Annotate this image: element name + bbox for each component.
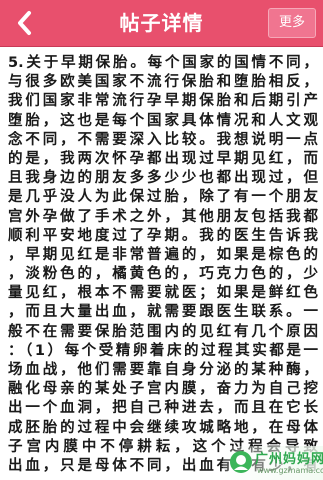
watermark-logo-icon [230, 451, 252, 473]
post-line: 量见红，根本不需要就医；如果是鲜红色 [8, 285, 318, 302]
page-title: 帖子详情 [119, 11, 204, 35]
post-line: 的是，我两次怀孕都出现过早期见红，而 [8, 150, 318, 167]
post-line: 场血战，他们需要靠自身分泌的某种酶， [8, 362, 318, 378]
watermark-url: www.gzmama.com [257, 466, 323, 475]
post-line: 顺利平安地度过了孕期。我的医生告诉我 [8, 227, 318, 244]
post-line: 融化母亲的某处子宫内膜，奋力为自己挖 [8, 381, 318, 398]
post-line: 我们国家非常流行孕早期保胎和后期引产 [8, 93, 318, 110]
post-line: 般不在需要保胎范围内的见红有几个原因 [8, 323, 318, 340]
post-line: 与很多欧美国家不流行保胎和堕胎相反， [8, 74, 318, 91]
post-body: 5.关于早期保胎。每个国家的国情不同， 与很多欧美国家不流行保胎和堕胎相反， 我… [8, 54, 318, 476]
post-line: 宫外孕做了手术之外，其他朋友包括我都 [8, 208, 318, 225]
post-line: 是几乎没人为此保过胎，除了有一个朋友 [8, 189, 318, 206]
chevron-left-icon [18, 11, 31, 35]
post-line: ：（1）每个受精卵着床的过程其实都是一 [8, 342, 318, 359]
watermark-text: 广州妈妈网 [255, 452, 323, 467]
site-watermark: 广州妈妈网 www.gzmama.com [223, 446, 323, 480]
post-line: ，早期见红是非常普遍的，如果是棕色的 [8, 246, 318, 263]
post-line: 5.关于早期保胎。每个国家的国情不同， [8, 55, 318, 71]
post-line: 念不同，不需要深入比较。我想说明一点 [8, 131, 318, 148]
post-line: 出一个血洞，把自己种进去，而且在它长 [8, 400, 318, 417]
post-line: 堕胎，这也是每个国家具体情况和人文观 [8, 112, 318, 129]
title-bar: 帖子详情 更多 [0, 0, 323, 47]
back-button[interactable] [4, 0, 44, 46]
post-line: ，淡粉色的，橘黄色的，巧克力色的，少 [8, 266, 318, 283]
post-line: 且我身边的朋友多多少少也都出现过，但 [8, 170, 318, 187]
app-screen: 帖子详情 更多 5.关于早期保胎。每个国家的国情不同， 与很多欧美国家不流行保胎… [0, 0, 323, 480]
post-line: 成胚胎的过程中会继续攻城略地，在母体 [8, 419, 318, 436]
more-button[interactable]: 更多 [268, 8, 316, 38]
post-line: ，而且大量出血，就需要跟医生联系。一 [8, 304, 318, 321]
